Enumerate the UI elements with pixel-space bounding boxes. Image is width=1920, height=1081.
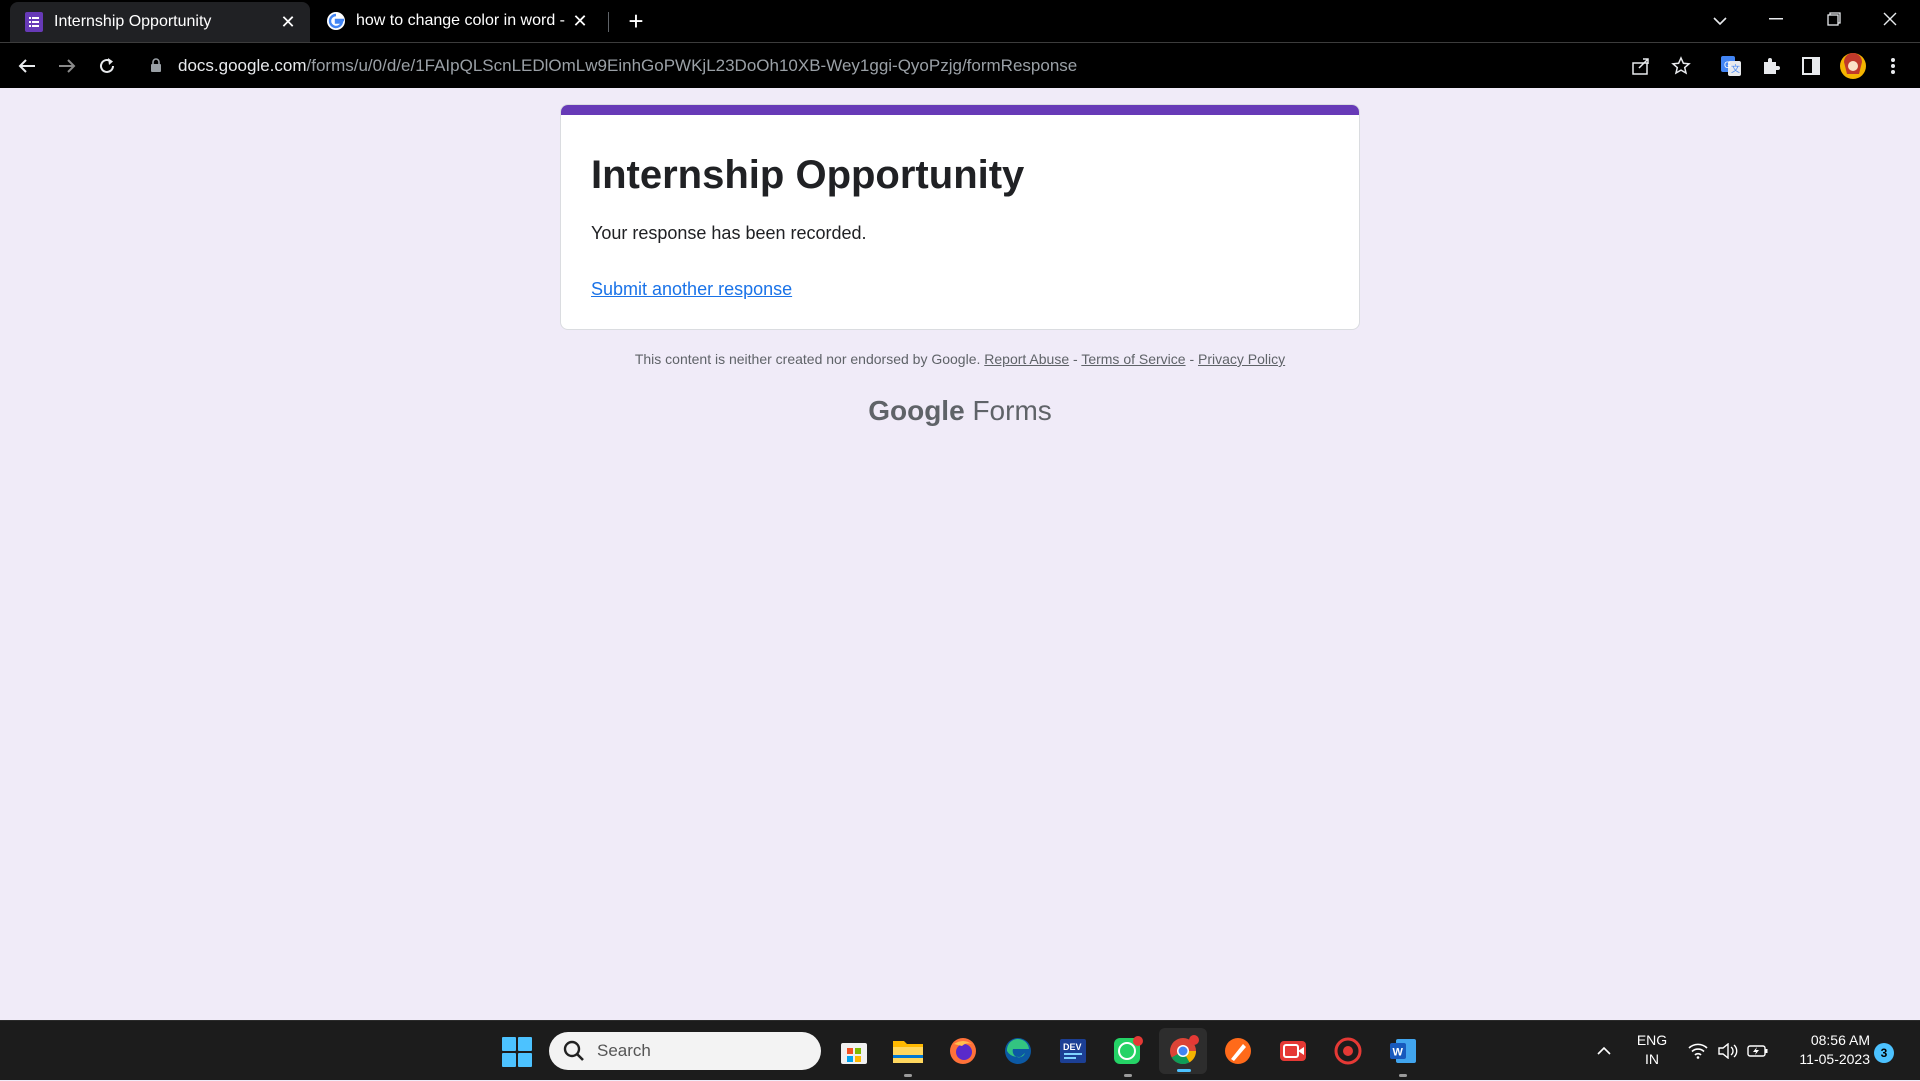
close-tab-icon[interactable]: ✕ xyxy=(568,9,592,33)
share-icon[interactable] xyxy=(1626,51,1656,81)
record-icon[interactable] xyxy=(1330,1033,1366,1069)
screen-recorder-icon[interactable] xyxy=(1275,1033,1311,1069)
running-indicator xyxy=(1399,1074,1407,1077)
back-arrow-icon[interactable] xyxy=(11,50,43,82)
input-language-indicator[interactable]: ENG IN xyxy=(1632,1031,1672,1069)
tab-title: Internship Opportunity xyxy=(54,13,212,30)
side-panel-icon[interactable] xyxy=(1796,51,1826,81)
page-content: Internship Opportunity Your response has… xyxy=(0,88,1920,1020)
google-translate-icon[interactable]: G文 xyxy=(1716,51,1746,81)
close-tab-icon[interactable]: ✕ xyxy=(276,10,300,34)
tab-title: how to change color in word - Go xyxy=(356,12,568,29)
language-code: ENG xyxy=(1636,1032,1668,1048)
taskbar-search-box[interactable]: Search xyxy=(549,1032,821,1070)
battery-charging-icon[interactable] xyxy=(1744,1021,1772,1081)
minimize-icon[interactable] xyxy=(1748,0,1804,38)
form-title: Internship Opportunity xyxy=(591,153,1025,197)
svg-text:W: W xyxy=(1393,1047,1404,1059)
forward-arrow-icon[interactable] xyxy=(51,50,83,82)
profile-avatar-icon[interactable] xyxy=(1838,51,1868,81)
running-indicator xyxy=(904,1074,912,1077)
separator: - xyxy=(1185,351,1199,367)
svg-text:G: G xyxy=(1724,60,1731,70)
google-forms-logo[interactable]: Google Forms xyxy=(560,395,1360,427)
reload-icon[interactable] xyxy=(91,50,123,82)
tab-google-search[interactable]: how to change color in word - Go ✕ xyxy=(312,0,602,42)
dev-home-icon[interactable]: DEV xyxy=(1055,1033,1091,1069)
windows-start-icon[interactable] xyxy=(502,1037,532,1067)
svg-text:文: 文 xyxy=(1731,63,1740,74)
clock-time: 08:56 AM xyxy=(1810,1032,1870,1048)
edge-icon[interactable] xyxy=(1000,1033,1036,1069)
forms-wordmark: Forms xyxy=(964,395,1052,426)
whatsapp-icon[interactable] xyxy=(1110,1033,1146,1077)
google-forms-icon xyxy=(24,12,44,32)
svg-text:DEV: DEV xyxy=(1063,1042,1082,1052)
search-icon xyxy=(563,1040,585,1062)
store-icon[interactable] xyxy=(836,1033,872,1069)
extensions-puzzle-icon[interactable] xyxy=(1756,51,1786,81)
google-g-icon xyxy=(326,11,346,31)
tab-strip: Internship Opportunity ✕ how to change c… xyxy=(0,0,1920,42)
confirmation-card: Internship Opportunity Your response has… xyxy=(560,104,1360,330)
url-host: docs.google.com xyxy=(178,56,307,75)
close-window-icon[interactable] xyxy=(1862,0,1918,38)
search-placeholder: Search xyxy=(597,1041,651,1060)
tab-internship-opportunity[interactable]: Internship Opportunity ✕ xyxy=(10,2,310,42)
url-path: /forms/u/0/d/e/1FAIpQLScnLEDlOmLw9EinhGo… xyxy=(306,56,1078,75)
url-text: docs.google.com/forms/u/0/d/e/1FAIpQLScn… xyxy=(178,56,1077,76)
paint-icon[interactable] xyxy=(1220,1033,1256,1069)
chrome-icon[interactable] xyxy=(1159,1028,1207,1074)
separator: - xyxy=(1069,351,1082,367)
restore-icon[interactable] xyxy=(1806,0,1862,38)
tab-search-chevron-icon[interactable] xyxy=(1700,4,1740,38)
active-indicator xyxy=(1177,1069,1191,1072)
volume-icon[interactable] xyxy=(1714,1021,1742,1081)
tab-separator xyxy=(608,12,609,32)
chrome-menu-icon[interactable] xyxy=(1878,51,1908,81)
region-code: IN xyxy=(1645,1051,1659,1067)
lock-icon[interactable] xyxy=(150,58,166,74)
browser-toolbar: docs.google.com/forms/u/0/d/e/1FAIpQLScn… xyxy=(0,42,1920,88)
firefox-icon[interactable] xyxy=(945,1033,981,1069)
report-abuse-link[interactable]: Report Abuse xyxy=(984,351,1069,367)
submit-another-response-link[interactable]: Submit another response xyxy=(591,279,792,300)
new-tab-button[interactable]: + xyxy=(620,8,652,36)
card-accent-bar xyxy=(561,105,1359,115)
file-explorer-icon[interactable] xyxy=(890,1033,926,1077)
word-icon[interactable]: W xyxy=(1385,1033,1421,1077)
wifi-icon[interactable] xyxy=(1684,1021,1712,1081)
windows-taskbar: Search DEV W ENG IN 08:56 AM 11-05-2023 … xyxy=(0,1020,1920,1080)
notification-count-badge[interactable]: 3 xyxy=(1874,1043,1894,1063)
footer-disclaimer: This content is neither created nor endo… xyxy=(560,351,1360,367)
google-wordmark: Google xyxy=(868,395,965,426)
show-hidden-icons-chevron-up-icon[interactable] xyxy=(1590,1021,1618,1081)
privacy-policy-link[interactable]: Privacy Policy xyxy=(1198,351,1285,367)
bookmark-star-icon[interactable] xyxy=(1666,51,1696,81)
terms-of-service-link[interactable]: Terms of Service xyxy=(1081,351,1185,367)
confirmation-message: Your response has been recorded. xyxy=(591,223,867,243)
system-clock[interactable]: 08:56 AM 11-05-2023 xyxy=(1780,1031,1870,1069)
running-indicator xyxy=(1124,1074,1132,1077)
address-bar[interactable]: docs.google.com/forms/u/0/d/e/1FAIpQLScn… xyxy=(140,48,1620,84)
disclaimer-text: This content is neither created nor endo… xyxy=(634,351,981,367)
clock-date: 11-05-2023 xyxy=(1799,1051,1870,1067)
